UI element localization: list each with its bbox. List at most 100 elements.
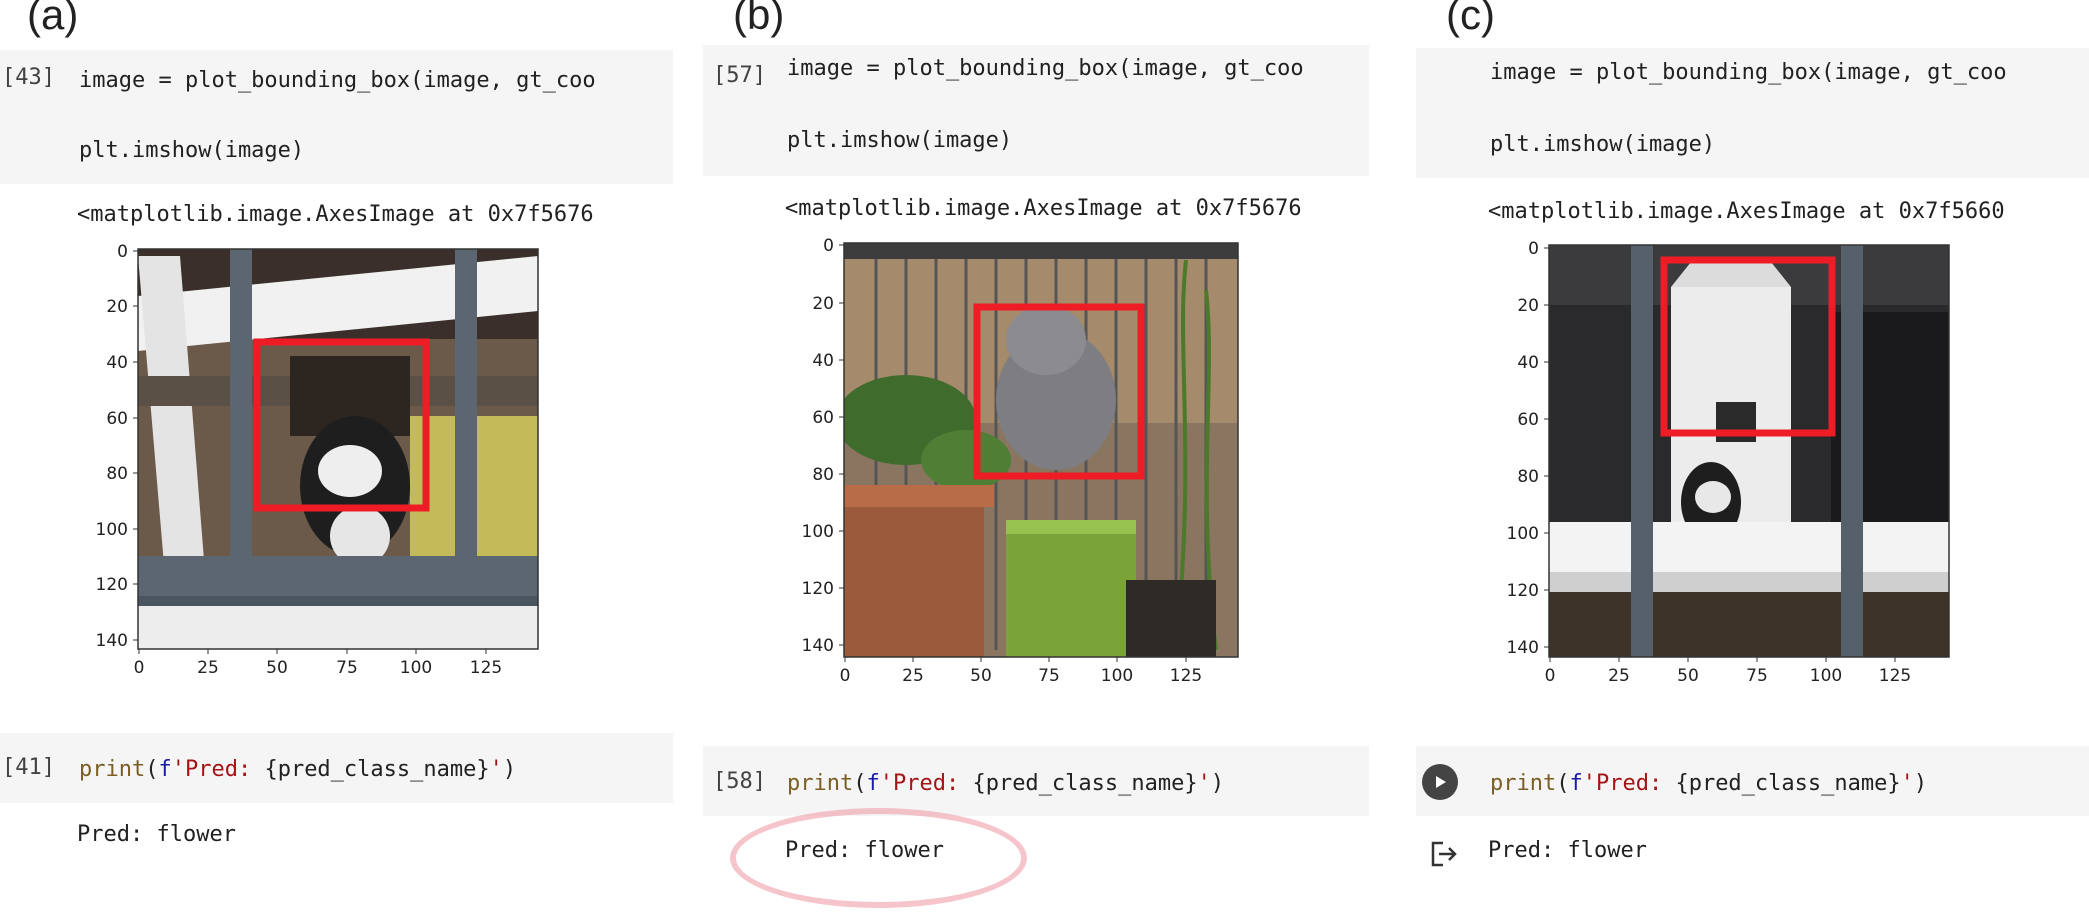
y-tick-label: 80 xyxy=(1517,467,1539,487)
y-tick-label: 80 xyxy=(106,464,128,484)
code-line[interactable]: image = plot_bounding_box(image, gt_coo xyxy=(79,70,596,92)
x-axis: 0 25 50 75 100 125 xyxy=(134,649,502,678)
y-tick-label: 120 xyxy=(1507,581,1539,601)
image-plot: 0 20 40 60 80 100 120 140 0 25 50 75 100… xyxy=(96,242,539,678)
y-tick-label: 60 xyxy=(812,408,834,428)
code-line[interactable]: print(f'Pred: {pred_class_name}') xyxy=(787,773,1224,795)
output-repr: <matplotlib.image.AxesImage at 0x7f5676 xyxy=(785,196,1302,221)
y-tick-label: 100 xyxy=(1507,524,1539,544)
image-plot: 0 20 40 60 80 100 120 140 0 25 50 75 100… xyxy=(802,236,1239,686)
x-tick-label: 0 xyxy=(1545,666,1556,686)
panel-b: (b) [57] image = plot_bounding_box(image… xyxy=(703,0,1403,922)
code-token: 'Pred: xyxy=(879,771,973,796)
x-tick-label: 0 xyxy=(134,658,145,678)
output-text: Pred: flower xyxy=(785,838,944,863)
code-token: f xyxy=(158,757,172,782)
x-axis: 0 25 50 75 100 125 xyxy=(840,657,1202,686)
play-icon xyxy=(1436,776,1446,788)
output-repr: <matplotlib.image.AxesImage at 0x7f5676 xyxy=(77,202,594,227)
output-text: Pred: flower xyxy=(77,822,236,847)
code-token: ( xyxy=(1556,771,1570,796)
code-token: 'Pred: xyxy=(1582,771,1676,796)
y-tick-label: 100 xyxy=(802,522,834,542)
code-line[interactable]: plt.imshow(image) xyxy=(787,130,1012,152)
panel-label: (c) xyxy=(1446,0,1495,38)
code-token: {pred_class_name} xyxy=(264,757,490,782)
x-tick-label: 25 xyxy=(1608,666,1630,686)
code-token: ' xyxy=(1197,771,1211,796)
code-token: print xyxy=(787,771,854,796)
code-token: {pred_class_name} xyxy=(1675,771,1901,796)
x-tick-label: 125 xyxy=(1170,666,1202,686)
y-axis: 0 20 40 60 80 100 120 140 xyxy=(96,242,138,651)
image-plot: 0 20 40 60 80 100 120 140 0 25 50 75 100… xyxy=(1507,239,1950,686)
y-tick-label: 100 xyxy=(96,520,128,540)
x-tick-label: 125 xyxy=(1879,666,1911,686)
y-tick-label: 20 xyxy=(106,297,128,317)
code-line[interactable]: image = plot_bounding_box(image, gt_coo xyxy=(1490,62,2007,84)
y-tick-label: 20 xyxy=(812,294,834,314)
y-tick-label: 20 xyxy=(1517,296,1539,316)
x-tick-label: 50 xyxy=(970,666,992,686)
code-token: print xyxy=(1490,771,1557,796)
y-tick-label: 0 xyxy=(1528,239,1539,259)
y-tick-label: 80 xyxy=(812,465,834,485)
code-token: {pred_class_name} xyxy=(972,771,1198,796)
play-circle-icon[interactable] xyxy=(1422,764,1458,800)
code-token: ' xyxy=(489,757,503,782)
panel-c: (c) image = plot_bounding_box(image, gt_… xyxy=(1416,0,2089,922)
cat-photo xyxy=(138,249,538,649)
x-tick-label: 50 xyxy=(1677,666,1699,686)
execution-count: [58] xyxy=(713,769,766,794)
cat-photo xyxy=(1549,245,1949,657)
x-tick-label: 100 xyxy=(1810,666,1842,686)
execution-count: [57] xyxy=(713,63,766,88)
x-tick-label: 50 xyxy=(266,658,288,678)
x-tick-label: 0 xyxy=(840,666,851,686)
y-tick-label: 60 xyxy=(106,409,128,429)
panel-a: (a) [43] image = plot_bounding_box(image… xyxy=(0,0,700,922)
code-token: ( xyxy=(853,771,867,796)
code-token: print xyxy=(79,757,146,782)
y-tick-label: 40 xyxy=(106,353,128,373)
execution-count: [43] xyxy=(2,65,55,90)
y-tick-label: 0 xyxy=(823,236,834,256)
output-arrow-icon[interactable] xyxy=(1429,839,1459,869)
y-tick-label: 120 xyxy=(96,575,128,595)
code-token: ) xyxy=(502,757,517,782)
code-line[interactable]: image = plot_bounding_box(image, gt_coo xyxy=(787,58,1304,80)
y-tick-label: 140 xyxy=(96,631,128,651)
x-tick-label: 25 xyxy=(197,658,219,678)
x-tick-label: 75 xyxy=(1038,666,1060,686)
x-tick-label: 100 xyxy=(1101,666,1133,686)
x-tick-label: 75 xyxy=(1746,666,1768,686)
y-tick-label: 40 xyxy=(1517,353,1539,373)
code-token: f xyxy=(866,771,880,796)
code-token: ' xyxy=(1900,771,1914,796)
code-token: ) xyxy=(1913,771,1928,796)
x-axis: 0 25 50 75 100 125 xyxy=(1545,657,1911,686)
y-tick-label: 140 xyxy=(802,636,834,656)
code-token: 'Pred: xyxy=(171,757,265,782)
output-repr: <matplotlib.image.AxesImage at 0x7f5660 xyxy=(1488,199,2005,224)
x-tick-label: 75 xyxy=(336,658,358,678)
code-token: f xyxy=(1569,771,1583,796)
panel-label: (a) xyxy=(27,0,79,38)
y-tick-label: 140 xyxy=(1507,638,1539,658)
code-line[interactable]: plt.imshow(image) xyxy=(1490,134,1715,156)
execution-count: [41] xyxy=(2,755,55,780)
code-line[interactable]: plt.imshow(image) xyxy=(79,140,304,162)
y-axis: 0 20 40 60 80 100 120 140 xyxy=(802,236,844,656)
code-token: ) xyxy=(1210,771,1225,796)
panel-label: (b) xyxy=(733,0,785,38)
x-tick-label: 25 xyxy=(902,666,924,686)
y-tick-label: 40 xyxy=(812,351,834,371)
y-tick-label: 60 xyxy=(1517,410,1539,430)
y-tick-label: 0 xyxy=(117,242,128,262)
code-token: ( xyxy=(145,757,159,782)
output-text: Pred: flower xyxy=(1488,838,1647,863)
y-tick-label: 120 xyxy=(802,579,834,599)
code-line[interactable]: print(f'Pred: {pred_class_name}') xyxy=(1490,773,1927,795)
code-line[interactable]: print(f'Pred: {pred_class_name}') xyxy=(79,759,516,781)
x-tick-label: 125 xyxy=(470,658,502,678)
